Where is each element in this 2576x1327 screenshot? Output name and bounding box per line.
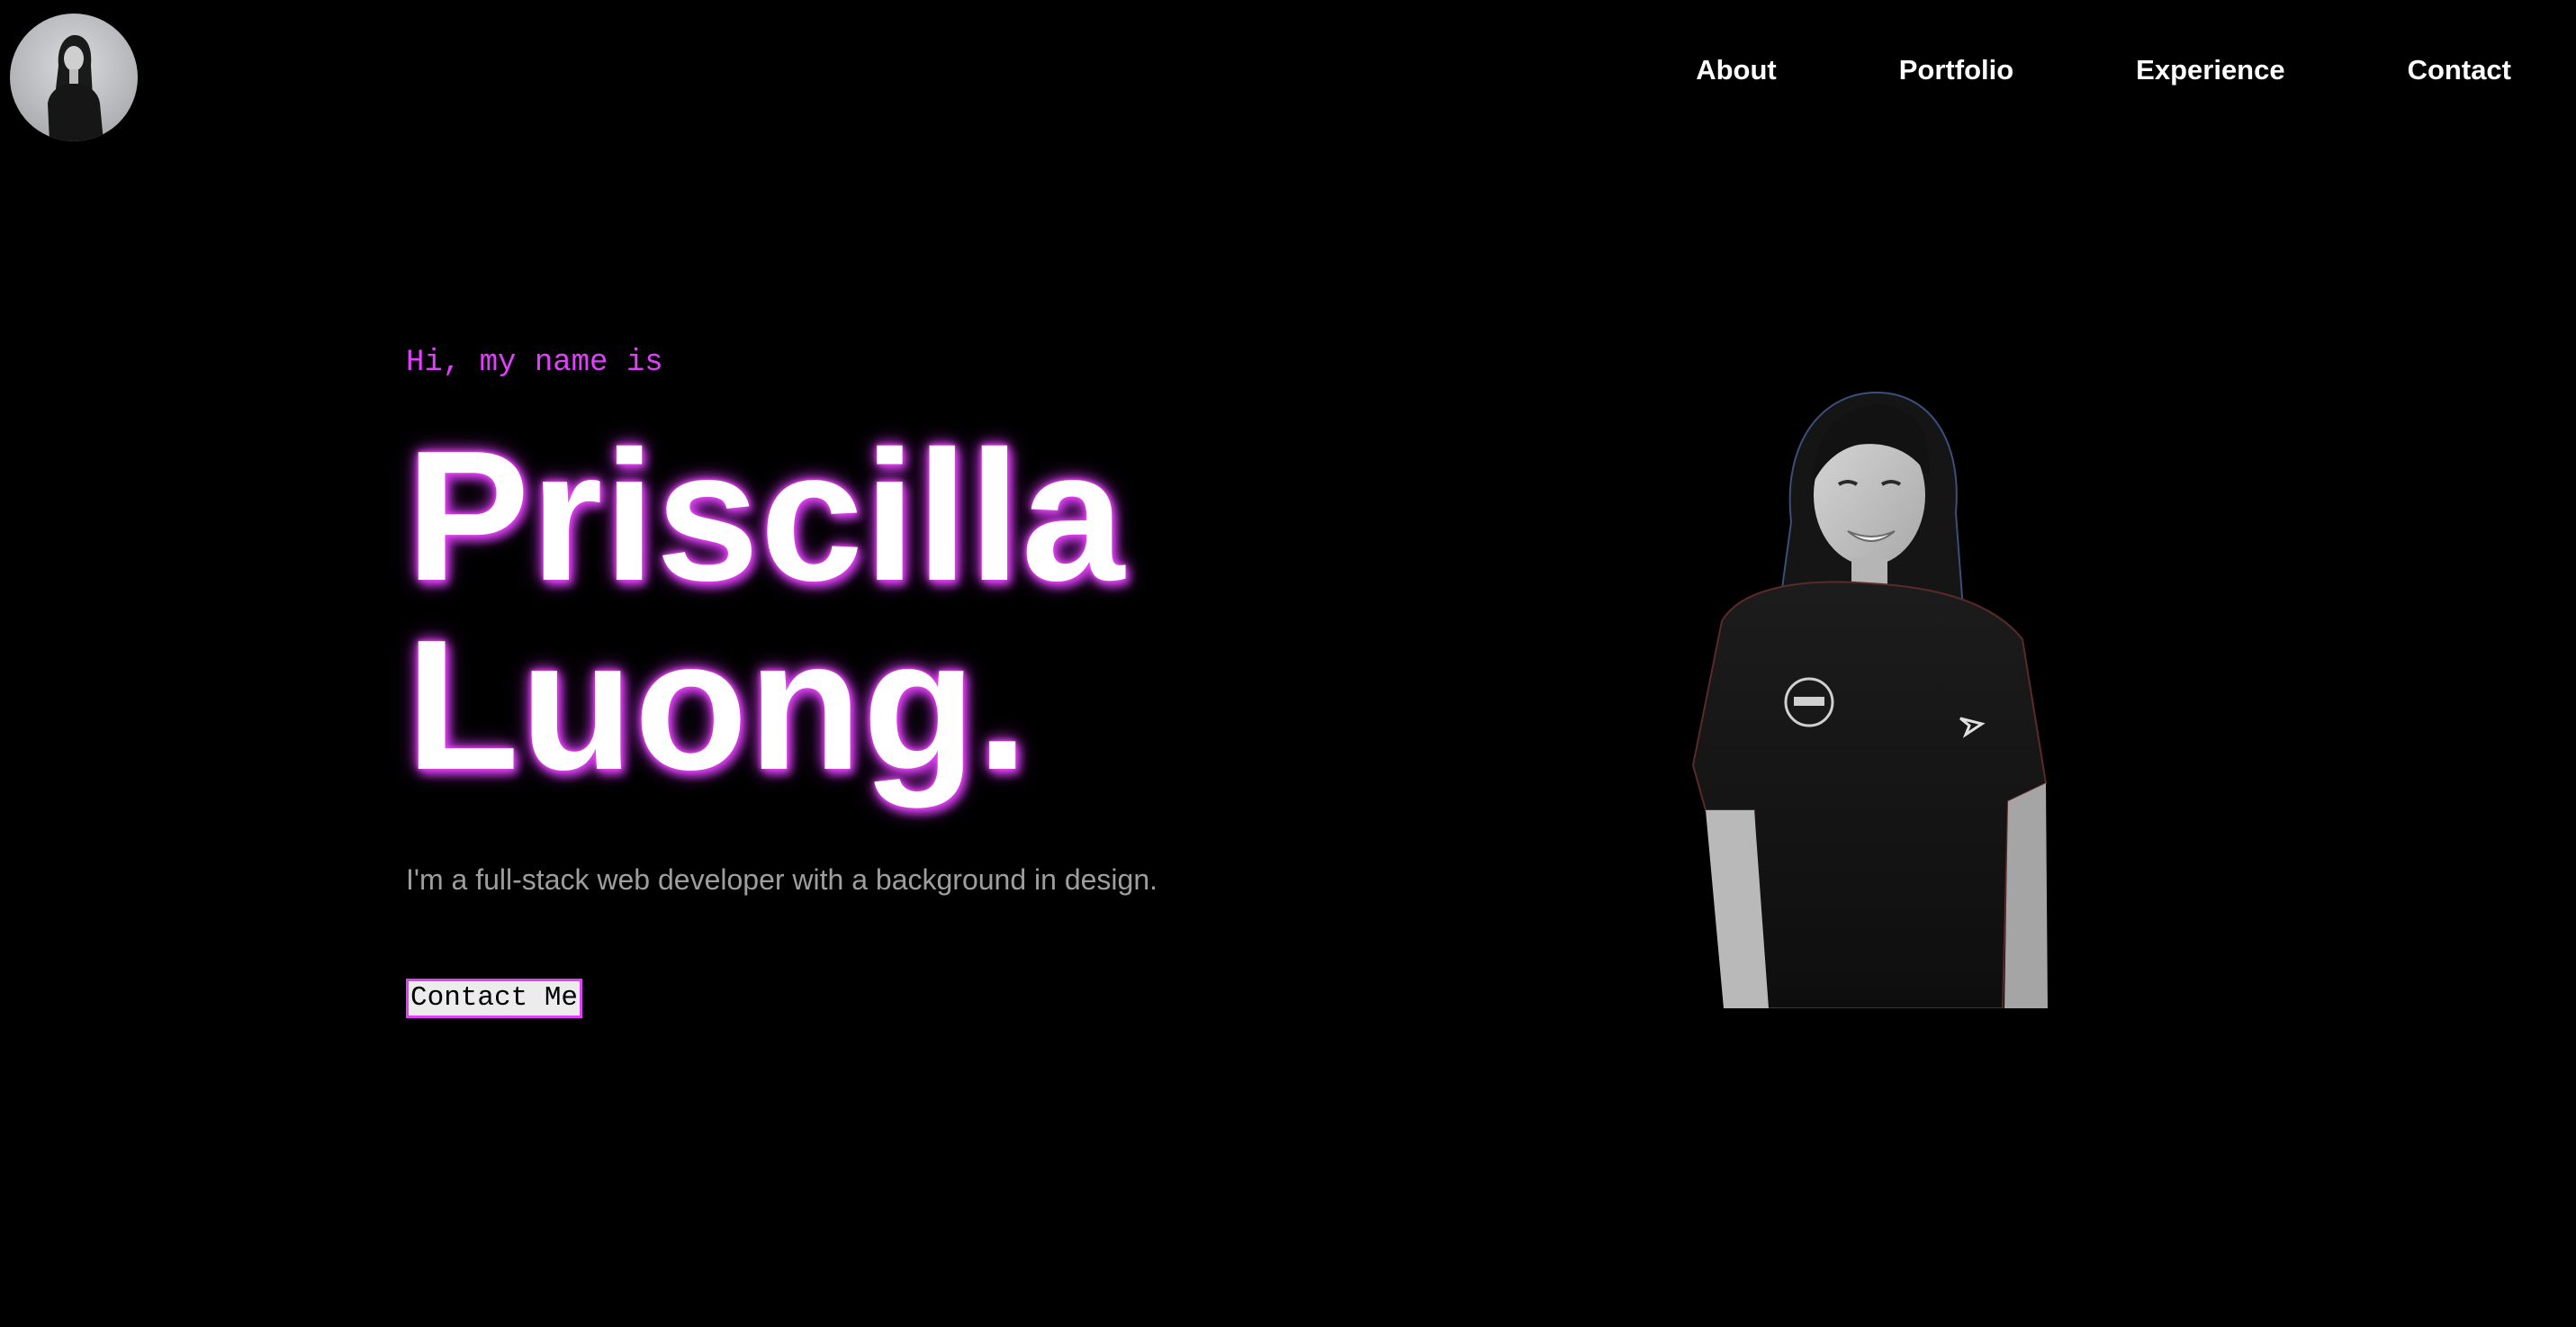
nav-link-experience[interactable]: Experience: [2136, 56, 2284, 84]
portrait-photo-icon: [1691, 391, 2048, 1008]
hero-name: Priscilla Luong.: [406, 421, 1125, 799]
page: About Portfolio Experience Contact Hi, m…: [0, 0, 2576, 1327]
hero-name-first: Priscilla: [406, 412, 1126, 619]
main-nav: About Portfolio Experience Contact: [1696, 56, 2511, 84]
profile-photo-avatar-icon: [48, 35, 104, 141]
hero-name-last: Luong.: [406, 601, 1030, 808]
nav-link-about[interactable]: About: [1696, 56, 1777, 84]
hero-tagline: I'm a full-stack web developer with a ba…: [406, 863, 1157, 896]
hero-greeting: Hi, my name is: [406, 346, 663, 380]
avatar[interactable]: [10, 14, 138, 141]
nav-link-contact[interactable]: Contact: [2408, 56, 2511, 84]
contact-me-button[interactable]: Contact Me: [406, 979, 583, 1018]
nav-link-portfolio[interactable]: Portfolio: [1899, 56, 2013, 84]
